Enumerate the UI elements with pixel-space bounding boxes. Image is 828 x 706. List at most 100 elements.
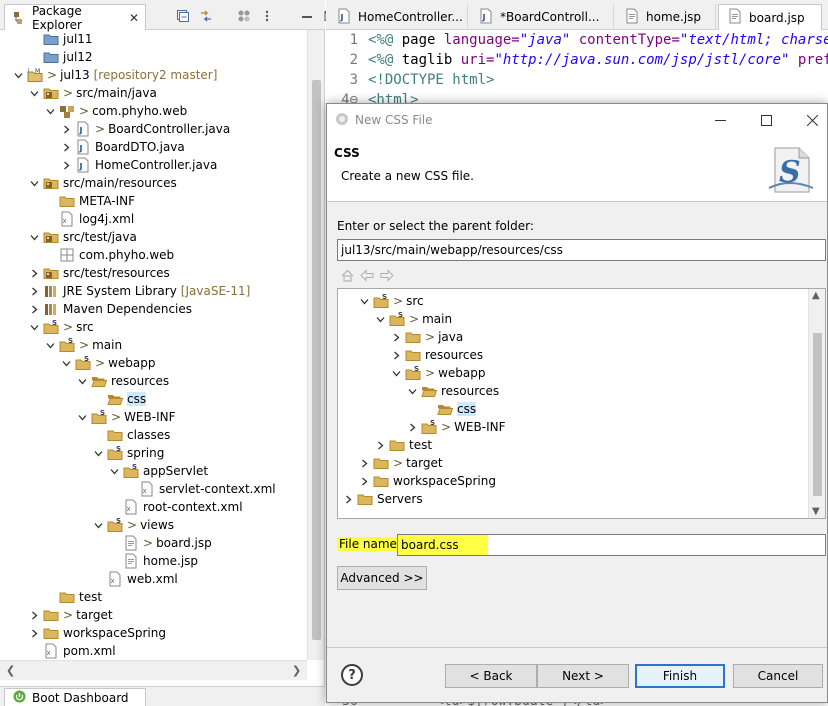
tree-item[interactable]: S > src [358, 292, 424, 310]
collapse-arrow-icon[interactable] [390, 331, 402, 343]
tab-boot-dashboard[interactable]: Boot Dashboard [4, 688, 146, 706]
forward-arrow-icon[interactable] [380, 269, 394, 285]
expand-arrow-icon[interactable] [358, 295, 370, 307]
parent-folder-input[interactable] [337, 239, 826, 261]
scroll-down-icon[interactable]: ▼ [812, 506, 820, 517]
tree-item[interactable]: x web.xml [92, 570, 178, 588]
tree-item[interactable]: classes [92, 426, 170, 444]
package-explorer-horizontal-scrollbar[interactable]: ❮ ❯ [0, 660, 307, 680]
expand-arrow-icon[interactable] [12, 69, 24, 81]
view-menu-icon[interactable] [260, 9, 274, 23]
expand-arrow-icon[interactable] [374, 313, 386, 325]
collapse-arrow-icon[interactable] [28, 303, 40, 315]
collapse-arrow-icon[interactable] [60, 123, 72, 135]
tree-item[interactable]: jul12 [28, 48, 93, 66]
dialog-titlebar[interactable]: New CSS File [327, 104, 827, 136]
home-icon[interactable] [341, 269, 354, 285]
tree-item[interactable]: resources [76, 372, 169, 390]
scroll-up-icon[interactable]: ▲ [812, 290, 820, 301]
tree-item[interactable]: x root-context.xml [108, 498, 243, 516]
tree-item[interactable]: home.jsp [108, 552, 198, 570]
tree-item[interactable]: > target [358, 454, 443, 472]
collapse-arrow-icon[interactable] [28, 627, 40, 639]
collapse-arrow-icon[interactable] [374, 439, 386, 451]
cancel-button[interactable]: Cancel [733, 664, 823, 688]
tree-item[interactable]: Maven Dependencies [28, 300, 192, 318]
tree-item[interactable]: J HomeController.java [60, 156, 217, 174]
tree-item[interactable]: src/test/java [28, 228, 137, 246]
tree-item[interactable]: Servers [342, 490, 423, 508]
collapse-all-icon[interactable] [176, 9, 190, 23]
tree-item[interactable]: S > webapp [60, 354, 155, 372]
tree-item[interactable]: test [374, 436, 432, 454]
tree-item[interactable]: > src/main/java [28, 84, 157, 102]
tree-item[interactable]: test [44, 588, 102, 606]
collapse-arrow-icon[interactable] [60, 159, 72, 171]
minimize-icon[interactable] [300, 9, 314, 23]
tree-item[interactable]: com.phyho.web [44, 246, 174, 264]
expand-arrow-icon[interactable] [28, 87, 40, 99]
close-icon[interactable]: ✕ [129, 11, 139, 25]
scrollbar-thumb[interactable] [813, 333, 822, 496]
editor-tab[interactable]: home.jsp [616, 4, 716, 30]
editor-tab[interactable]: board.jsp [718, 4, 822, 30]
tab-package-explorer[interactable]: Package Explorer ✕ [4, 4, 146, 32]
help-button[interactable]: ? [341, 664, 363, 686]
tree-item[interactable]: x servlet-context.xml [124, 480, 276, 498]
scrollbar-thumb[interactable] [312, 80, 321, 640]
package-explorer-vertical-scrollbar[interactable] [307, 30, 324, 660]
tree-item[interactable]: x log4j.xml [44, 210, 134, 228]
tree-item[interactable]: S > WEB-INF [76, 408, 176, 426]
collapse-arrow-icon[interactable] [28, 609, 40, 621]
code-editor[interactable]: 1 <%@ page language= "java" contentType= "t… [326, 30, 828, 110]
tree-item[interactable]: x pom.xml [28, 642, 116, 660]
tree-item[interactable]: J BoardDTO.java [60, 138, 185, 156]
expand-arrow-icon[interactable] [76, 375, 88, 387]
minimize-window-button[interactable] [697, 104, 743, 136]
tree-item[interactable]: workspaceSpring [28, 624, 166, 642]
expand-arrow-icon[interactable] [92, 519, 104, 531]
advanced-button[interactable]: Advanced >> [337, 566, 427, 590]
tree-item[interactable]: > com.phyho.web [44, 102, 187, 120]
tree-item[interactable]: JRE System Library [JavaSE-11] [28, 282, 250, 300]
collapse-arrow-icon[interactable] [342, 493, 354, 505]
tree-item[interactable]: S > src [28, 318, 94, 336]
tree-item[interactable]: resources [390, 346, 483, 364]
folder-tree-scrollbar[interactable]: ▲ ▼ [808, 289, 825, 518]
tree-item[interactable]: S > main [374, 310, 452, 328]
tree-item[interactable]: src/main/resources [28, 174, 177, 192]
collapse-arrow-icon[interactable] [358, 457, 370, 469]
scroll-left-icon[interactable]: ❮ [6, 664, 15, 677]
tree-item[interactable]: Sspring [92, 444, 164, 462]
collapse-arrow-icon[interactable] [28, 267, 40, 279]
maximize-window-button[interactable] [743, 104, 789, 136]
expand-arrow-icon[interactable] [92, 447, 104, 459]
tree-item[interactable]: J > BoardController.java [60, 120, 230, 138]
collapse-arrow-icon[interactable] [406, 421, 418, 433]
tree-item[interactable]: > board.jsp [108, 534, 212, 552]
collapse-arrow-icon[interactable] [390, 349, 402, 361]
file-name-input[interactable] [397, 534, 826, 556]
parent-folder-tree[interactable]: ▲ ▼ S > src S > main > java resources S > webapp res… [337, 288, 826, 519]
back-arrow-icon[interactable] [360, 269, 374, 285]
editor-tab[interactable]: J HomeController... [328, 4, 468, 30]
expand-arrow-icon[interactable] [28, 231, 40, 243]
editor-tab[interactable]: J *BoardControll... [470, 4, 614, 30]
expand-arrow-icon[interactable] [390, 367, 402, 379]
expand-arrow-icon[interactable] [28, 177, 40, 189]
package-explorer-tree[interactable]: jul11 jul12 M J > jul13 [repository2 master] > s… [0, 30, 307, 660]
link-with-editor-icon[interactable] [199, 9, 213, 23]
collapse-arrow-icon[interactable] [358, 475, 370, 487]
expand-arrow-icon[interactable] [76, 411, 88, 423]
collapse-arrow-icon[interactable] [28, 285, 40, 297]
collapse-arrow-icon[interactable] [60, 141, 72, 153]
tree-item[interactable]: src/test/resources [28, 264, 170, 282]
tree-item[interactable]: resources [406, 382, 499, 400]
tree-item[interactable]: S > WEB-INF [406, 418, 506, 436]
focus-icon[interactable] [237, 9, 251, 23]
next-button[interactable]: Next > [537, 664, 629, 688]
expand-arrow-icon[interactable] [44, 339, 56, 351]
scroll-right-icon[interactable]: ❯ [292, 664, 301, 677]
tree-item[interactable]: css [92, 390, 147, 408]
tree-item[interactable]: jul11 [28, 30, 93, 48]
